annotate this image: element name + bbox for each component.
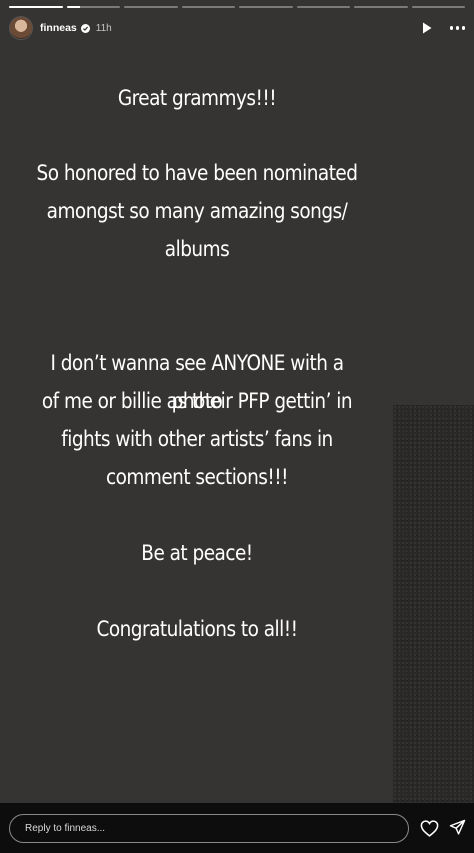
progress-segment-fill [66,6,80,8]
verified-badge-icon [80,23,90,33]
more-options-icon[interactable] [449,26,465,30]
avatar[interactable] [9,16,33,40]
story-text-line: Congratulations to all!! [96,617,298,641]
username[interactable]: finneas [40,22,77,34]
reply-placeholder: Reply to finneas... [25,823,106,834]
reply-input[interactable]: Reply to finneas... [9,814,409,843]
progress-segment [124,6,178,8]
story-text-line: So honored to have been nominated [36,161,358,185]
progress-segment [239,6,293,8]
story-text-line: fights with other artists’ fans in [61,427,333,451]
story-progress-bar [9,6,465,9]
progress-segment-fill [9,6,63,8]
progress-segment [66,6,120,8]
progress-segment [181,6,235,8]
story-text-line: Be at peace! [141,541,253,565]
progress-segment [9,6,63,8]
progress-segment [296,6,350,8]
story-text-line: albums [164,237,230,261]
send-icon[interactable] [449,819,466,836]
story-background-texture [393,405,474,805]
heart-icon[interactable] [420,820,439,837]
story-text-line: amongst so many amazing songs/ [46,199,348,223]
story-text-line: Great grammys!!! [117,86,277,110]
play-icon[interactable] [422,22,432,34]
progress-segment [411,6,465,8]
story-text-line: comment sections!!! [105,465,289,489]
story-header: finneas 11h [9,16,465,40]
story-footer: Reply to finneas... [0,803,474,853]
story-text-line: of me or billie as their PFP gettin’ in [41,389,353,413]
progress-segment [354,6,408,8]
post-time: 11h [95,22,112,34]
